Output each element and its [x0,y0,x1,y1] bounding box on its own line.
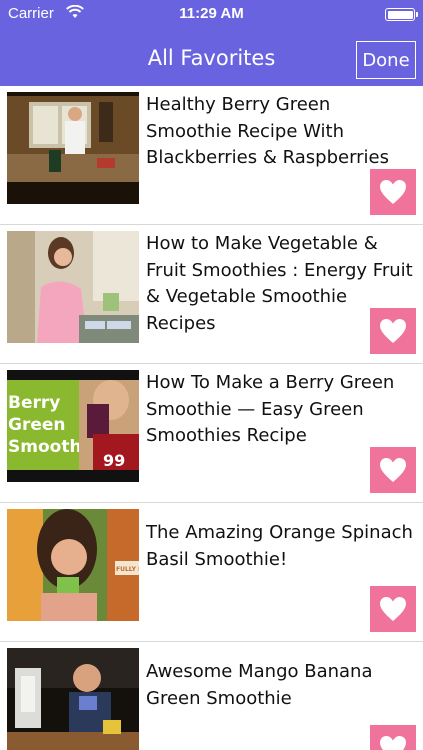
heart-icon [380,736,406,750]
favorite-button[interactable] [370,169,416,215]
video-thumbnail[interactable] [7,648,139,750]
favorite-button[interactable] [370,447,416,493]
list-item[interactable]: FULLY RAW The Amazing Orange Spinach Bas… [0,503,423,642]
battery-icon [385,8,418,21]
list-item[interactable]: Healthy Berry Green Smoothie Recipe With… [0,86,423,225]
status-time: 11:29 AM [179,5,244,22]
heart-icon [380,319,406,343]
favorites-list: Healthy Berry Green Smoothie Recipe With… [0,86,423,750]
list-item[interactable]: Berry Green Smoothie 99 How To Make a Be… [0,364,423,503]
video-title[interactable]: The Amazing Orange Spinach Basil Smoothi… [146,520,416,573]
video-title[interactable]: Healthy Berry Green Smoothie Recipe With… [146,92,416,172]
video-thumbnail[interactable] [7,92,139,204]
heart-icon [380,458,406,482]
video-thumbnail[interactable]: Berry Green Smoothie 99 [7,370,139,482]
heart-icon [380,597,406,621]
battery-fill [387,10,413,19]
list-item[interactable]: Awesome Mango Banana Green Smoothie [0,642,423,750]
video-title[interactable]: How To Make a Berry Green Smoothie — Eas… [146,370,416,450]
thumbnail-text: Green [8,415,66,435]
done-button[interactable]: Done [356,41,416,79]
nav-bar: All Favorites Done [0,28,423,86]
jersey-number: 99 [103,451,125,470]
video-title[interactable]: Awesome Mango Banana Green Smoothie [146,659,416,712]
favorite-button[interactable] [370,586,416,632]
thumbnail-text: Berry [8,393,60,413]
thumbnail-text: FULLY RAW [116,566,139,573]
list-item[interactable]: How to Make Vegetable & Fruit Smoothies … [0,225,423,364]
heart-icon [380,180,406,204]
favorite-button[interactable] [370,725,416,750]
video-thumbnail[interactable]: FULLY RAW [7,509,139,621]
status-bar: Carrier 11:29 AM [0,0,423,28]
video-thumbnail[interactable] [7,231,139,343]
favorite-button[interactable] [370,308,416,354]
